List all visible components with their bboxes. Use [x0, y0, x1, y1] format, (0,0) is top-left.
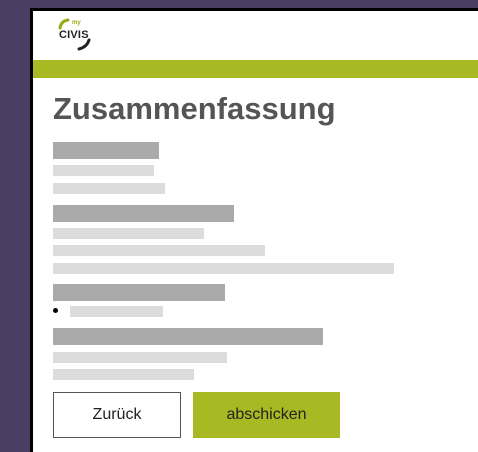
text-placeholder — [53, 228, 204, 239]
app-frame: my CIVIS Zusammenfassung Zurück abschick… — [30, 8, 478, 452]
section-heading-placeholder — [53, 142, 159, 159]
section-heading-placeholder — [53, 284, 225, 301]
back-button[interactable]: Zurück — [53, 392, 181, 438]
list-item-placeholder — [70, 306, 163, 317]
text-placeholder — [53, 369, 194, 380]
bullet-icon — [53, 308, 58, 313]
text-placeholder — [53, 183, 165, 194]
header-accent-bar — [33, 60, 478, 78]
page-title: Zusammenfassung — [53, 91, 336, 126]
mycivis-logo: my CIVIS — [55, 18, 105, 52]
text-placeholder — [53, 245, 265, 256]
logo-civis-text: CIVIS — [59, 29, 89, 41]
logo-my-text: my — [72, 20, 81, 26]
text-placeholder — [53, 165, 154, 176]
text-placeholder — [53, 352, 227, 363]
summary-panel: my CIVIS Zusammenfassung Zurück abschick… — [33, 11, 478, 452]
section-heading-placeholder — [53, 205, 234, 222]
submit-button[interactable]: abschicken — [193, 392, 340, 438]
section-heading-placeholder — [53, 328, 323, 345]
text-placeholder — [53, 263, 394, 274]
